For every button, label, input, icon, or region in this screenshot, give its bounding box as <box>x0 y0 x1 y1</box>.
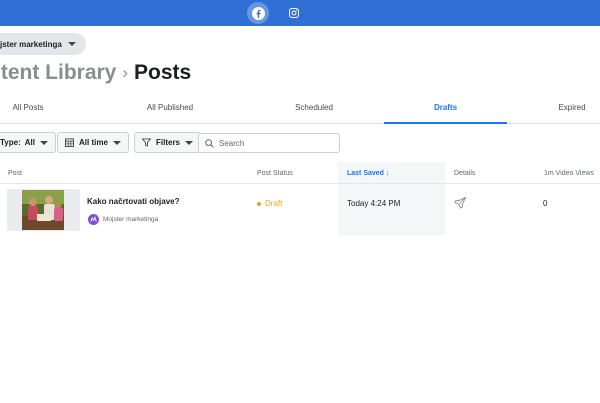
caret-down-icon <box>67 42 76 46</box>
draft-status-dot <box>257 201 261 206</box>
breadcrumb-parent[interactable]: ntent Library <box>0 61 116 85</box>
time-filter-dropdown[interactable]: All time <box>57 132 129 153</box>
tab-all-published[interactable]: All Published <box>120 91 220 123</box>
post-thumbnail <box>7 189 80 231</box>
breadcrumb: ntent Library › Posts <box>0 59 191 87</box>
table-row[interactable]: Kako načrtovati objave? Mojster marketin… <box>0 185 600 235</box>
search-box <box>198 133 340 153</box>
last-saved-value: Today 4:24 PM <box>347 199 401 208</box>
search-icon <box>205 138 214 148</box>
boost-rocket-icon <box>454 196 467 209</box>
instagram-tab[interactable] <box>283 2 305 24</box>
column-details: Details <box>454 169 476 177</box>
type-filter-dropdown[interactable]: Type: All <box>0 132 56 153</box>
page-avatar <box>88 214 99 225</box>
facebook-icon <box>251 6 265 20</box>
tab-drafts[interactable]: Drafts <box>384 91 507 124</box>
filter-funnel-icon <box>142 138 151 147</box>
column-post: Post <box>8 169 23 177</box>
post-photo <box>22 190 64 230</box>
table-header: Post Post Status Last Saved ↓ Details 1m… <box>0 162 600 184</box>
column-video-views[interactable]: 1m Video Views <box>544 162 594 184</box>
top-bar <box>0 0 600 26</box>
tab-all-posts[interactable]: All Posts <box>0 91 68 123</box>
content-tabs: All Posts All Published Scheduled Drafts… <box>0 91 600 124</box>
filters-dropdown[interactable]: Filters <box>134 132 202 153</box>
caret-down-icon <box>39 140 48 145</box>
account-name: jster marketinga <box>0 39 62 49</box>
caret-down-icon <box>112 140 121 145</box>
breadcrumb-separator: › <box>122 63 129 82</box>
page-title: Posts <box>134 61 192 84</box>
post-title[interactable]: Kako načrtovati objave? <box>87 197 179 206</box>
calendar-icon <box>65 138 74 147</box>
type-filter-label: Type: <box>0 138 21 147</box>
type-filter-value: All <box>24 138 35 147</box>
filter-bar: Type: All All time Filters <box>0 132 600 154</box>
filters-label: Filters <box>156 138 181 147</box>
caret-down-icon <box>185 140 194 145</box>
status-badge: Draft <box>257 199 282 208</box>
status-label: Draft <box>265 199 283 208</box>
page-logo-icon <box>90 216 97 222</box>
column-last-saved[interactable]: Last Saved ↓ <box>347 162 389 184</box>
post-page-name: Mojster marketinga <box>103 216 159 223</box>
tab-scheduled[interactable]: Scheduled <box>264 91 364 123</box>
column-post-status[interactable]: Post Status <box>257 162 293 184</box>
search-input[interactable] <box>219 138 329 148</box>
post-page: Mojster marketinga <box>88 214 158 225</box>
video-views-value: 0 <box>543 199 548 208</box>
time-filter-value: All time <box>79 138 108 147</box>
boost-button[interactable] <box>454 196 467 214</box>
instagram-icon <box>289 8 299 18</box>
facebook-tab[interactable] <box>247 2 269 24</box>
tab-expired[interactable]: Expired <box>540 91 600 123</box>
account-selector[interactable]: jster marketinga <box>0 33 86 55</box>
